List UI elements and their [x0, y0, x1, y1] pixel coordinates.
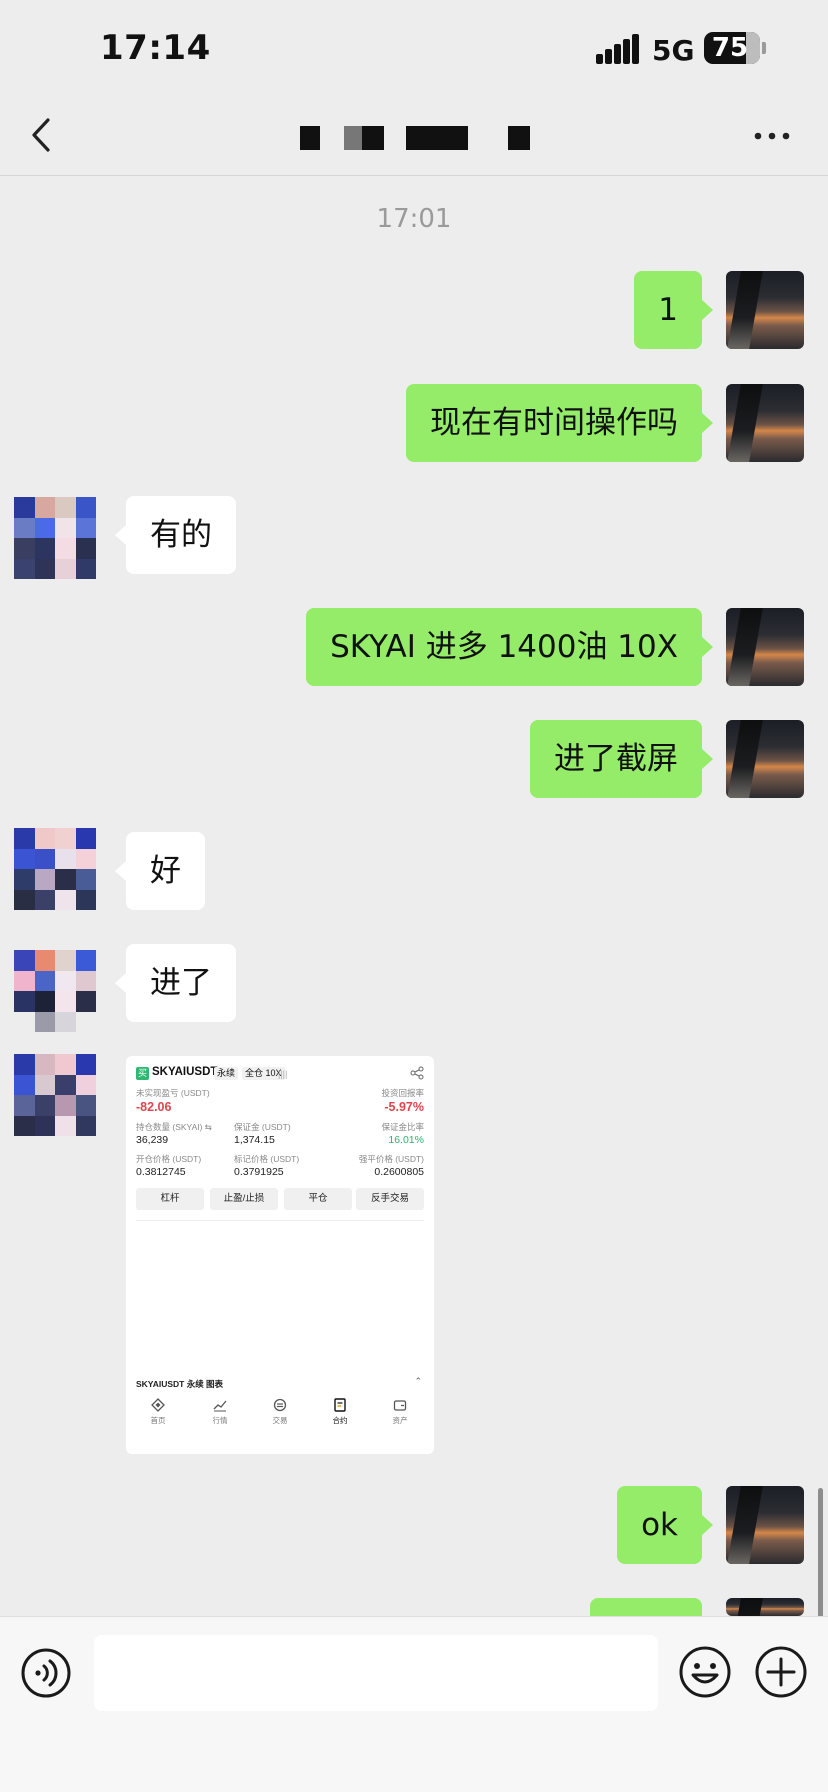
close-position-button: 平仓	[284, 1188, 352, 1210]
shared-trade-screenshot[interactable]: 买 SKYAIUSDT 永续 全仓 10X |||| 未实现盈亏 (USDT) …	[126, 1056, 434, 1454]
tab-trade: 交易	[258, 1398, 302, 1426]
message-bubble-outgoing[interactable]: 现在有时间操作吗	[406, 384, 713, 462]
avatar-self[interactable]	[726, 1598, 804, 1616]
margin-ratio-value: 16.01%	[388, 1134, 424, 1146]
chart-line-icon	[213, 1400, 227, 1412]
tab-label: 首页	[150, 1416, 166, 1425]
nav-bar	[0, 96, 828, 176]
message-bubble-incoming[interactable]: 进了	[115, 944, 236, 1022]
avatar-contact-mosaic[interactable]	[14, 828, 96, 910]
roi-value: -5.97%	[384, 1100, 424, 1114]
message-input[interactable]	[94, 1635, 658, 1711]
bars-icon: ||||	[278, 1069, 288, 1079]
exchange-logo-icon: 买	[136, 1067, 149, 1080]
liquidation-price-label: 强平价格 (USDT)	[358, 1154, 424, 1164]
status-bar: 17:14 5G 75	[0, 0, 828, 96]
input-bar	[0, 1616, 828, 1792]
mark-price-value: 0.3791925	[234, 1166, 284, 1178]
tab-label: 行情	[212, 1416, 228, 1425]
wallet-icon	[393, 1400, 407, 1411]
share-icon	[410, 1066, 424, 1080]
chart-label: SKYAIUSDT 永续 图表	[136, 1379, 224, 1389]
battery-level: 75	[711, 33, 749, 63]
position-size-label: 持仓数量 (SKYAI) ⇆	[136, 1122, 212, 1132]
tab-home: 首页	[136, 1398, 180, 1426]
avatar-contact-mosaic[interactable]	[14, 1054, 96, 1136]
avatar-self[interactable]	[726, 384, 804, 462]
tab-assets: 资产	[378, 1398, 422, 1426]
exchange-icon	[273, 1398, 287, 1412]
back-icon[interactable]	[26, 114, 60, 156]
message-bubble-outgoing[interactable]: SKYAI 进多 1400油 10X	[306, 608, 713, 686]
plus-icon[interactable]	[754, 1645, 808, 1699]
position-size-value: 36,239	[136, 1134, 169, 1146]
battery-cap	[762, 42, 766, 54]
message-bubble-outgoing[interactable]: 进了截屏	[530, 720, 713, 798]
tp-sl-button: 止盈/止损	[210, 1188, 278, 1210]
home-icon	[151, 1398, 165, 1412]
message-bubble-outgoing[interactable]	[590, 1598, 713, 1648]
margin-value: 1,374.15	[234, 1134, 275, 1146]
message-timestamp: 17:01	[376, 204, 452, 234]
emoji-icon[interactable]	[678, 1645, 732, 1699]
message-bubble-incoming[interactable]: 好	[115, 832, 205, 910]
chat-scrollbar[interactable]	[818, 1488, 823, 1620]
screenshot-header: 买 SKYAIUSDT 永续 全仓 10X ||||	[136, 1066, 424, 1082]
voice-icon[interactable]	[20, 1647, 72, 1699]
document-icon	[334, 1398, 346, 1412]
contract-type-tag: 永续	[214, 1067, 239, 1080]
unrealized-pnl-label: 未实现盈亏 (USDT)	[136, 1088, 210, 1098]
tab-futures: 合约	[318, 1398, 362, 1426]
network-label: 5G	[652, 34, 695, 67]
reverse-trade-button: 反手交易	[356, 1188, 424, 1210]
signal-icon	[596, 34, 640, 64]
margin-label: 保证金 (USDT)	[234, 1122, 291, 1132]
margin-ratio-label: 保证金比率	[381, 1122, 424, 1132]
avatar-self[interactable]	[726, 1486, 804, 1564]
leverage-button: 杠杆	[136, 1188, 204, 1210]
mark-price-label: 标记价格 (USDT)	[234, 1154, 300, 1164]
avatar-self[interactable]	[726, 608, 804, 686]
message-bubble-incoming[interactable]: 有的	[115, 496, 236, 574]
divider	[136, 1220, 424, 1221]
liquidation-price-value: 0.2600805	[374, 1166, 424, 1178]
tab-label: 资产	[392, 1416, 408, 1425]
more-icon[interactable]	[752, 126, 792, 146]
entry-price-label: 开仓价格 (USDT)	[136, 1154, 202, 1164]
entry-price-value: 0.3812745	[136, 1166, 186, 1178]
avatar-self[interactable]	[726, 720, 804, 798]
trading-symbol: SKYAIUSDT	[152, 1066, 218, 1078]
tab-label: 交易	[272, 1416, 288, 1425]
tab-markets: 行情	[198, 1398, 242, 1426]
avatar-self[interactable]	[726, 271, 804, 349]
chevron-up-icon: ⌃	[414, 1376, 422, 1386]
message-bubble-outgoing[interactable]: 1	[634, 271, 713, 349]
avatar-contact-mosaic[interactable]	[14, 950, 96, 1032]
avatar-contact-mosaic[interactable]	[14, 497, 96, 579]
tab-label: 合约	[332, 1416, 348, 1425]
chat-title-redacted	[300, 126, 540, 150]
unrealized-pnl-value: -82.06	[136, 1100, 172, 1114]
message-bubble-outgoing[interactable]: ok	[617, 1486, 713, 1564]
roi-label: 投资回报率	[381, 1088, 424, 1098]
status-time: 17:14	[100, 28, 211, 68]
battery-icon: 75	[704, 32, 760, 64]
